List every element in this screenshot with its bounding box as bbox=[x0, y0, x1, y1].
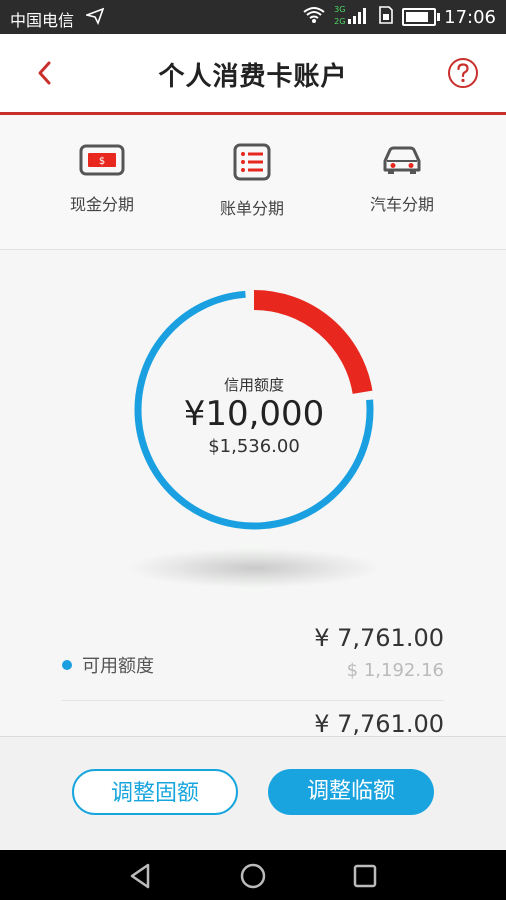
cash-installment-button[interactable]: $ 现金分期 bbox=[37, 143, 167, 215]
adjust-temp-limit-button[interactable]: 调整临额 bbox=[268, 769, 434, 815]
car-icon bbox=[383, 146, 421, 174]
battery-icon bbox=[402, 8, 441, 26]
available-credit-usd: $ 1,192.16 bbox=[346, 660, 444, 681]
bottom-actions: 调整固额 调整临额 bbox=[0, 736, 506, 851]
available-credit-amount: ¥ 7,761.00 bbox=[314, 624, 444, 652]
available-credit-label: 可用额度 bbox=[82, 656, 154, 677]
nav-back-button[interactable] bbox=[126, 861, 156, 891]
credit-limit-usd: $1,536.00 bbox=[208, 436, 300, 457]
system-nav-bar bbox=[0, 850, 506, 900]
wifi-icon bbox=[302, 6, 326, 28]
car-installment-button[interactable]: 汽车分期 bbox=[337, 143, 467, 215]
home-circle-icon bbox=[240, 863, 266, 889]
ring-shadow bbox=[126, 548, 382, 588]
credit-ring: 信用额度 ¥10,000 $1,536.00 bbox=[126, 282, 382, 538]
cash-installment-label: 现金分期 bbox=[69, 195, 134, 214]
bill-icon bbox=[233, 143, 271, 181]
recents-square-icon bbox=[353, 864, 377, 888]
cash-icon: $ bbox=[79, 144, 125, 176]
status-bar: 中国电信 3G 2G 17:06 bbox=[0, 0, 506, 34]
nav-home-button[interactable] bbox=[238, 861, 268, 891]
second-credit-amount: ¥ 7,761.00 bbox=[314, 710, 444, 738]
help-button[interactable] bbox=[446, 56, 480, 90]
signal-icon: 3G 2G bbox=[334, 5, 370, 29]
page-title: 个人消费卡账户 bbox=[158, 62, 348, 92]
sim-icon bbox=[378, 6, 394, 28]
credit-limit-label: 信用额度 bbox=[223, 376, 284, 394]
bill-installment-button[interactable]: 账单分期 bbox=[187, 143, 317, 219]
status-time: 17:06 bbox=[444, 6, 496, 28]
adjust-fixed-limit-button[interactable]: 调整固额 bbox=[72, 769, 238, 815]
car-installment-label: 汽车分期 bbox=[369, 195, 434, 214]
nav-recents-button[interactable] bbox=[350, 861, 380, 891]
credit-limit-value: ¥10,000 bbox=[183, 394, 325, 434]
row-divider bbox=[62, 700, 444, 701]
send-icon bbox=[84, 7, 105, 29]
bill-installment-label: 账单分期 bbox=[219, 199, 284, 218]
carrier-name: 中国电信 bbox=[10, 11, 75, 30]
back-triangle-icon bbox=[130, 863, 150, 889]
help-icon bbox=[448, 58, 478, 88]
quick-actions: $ 现金分期 账单分期 汽车分期 bbox=[0, 115, 506, 250]
available-dot bbox=[62, 660, 72, 670]
svg-text:$: $ bbox=[99, 156, 105, 167]
app-header: 个人消费卡账户 bbox=[0, 34, 506, 115]
